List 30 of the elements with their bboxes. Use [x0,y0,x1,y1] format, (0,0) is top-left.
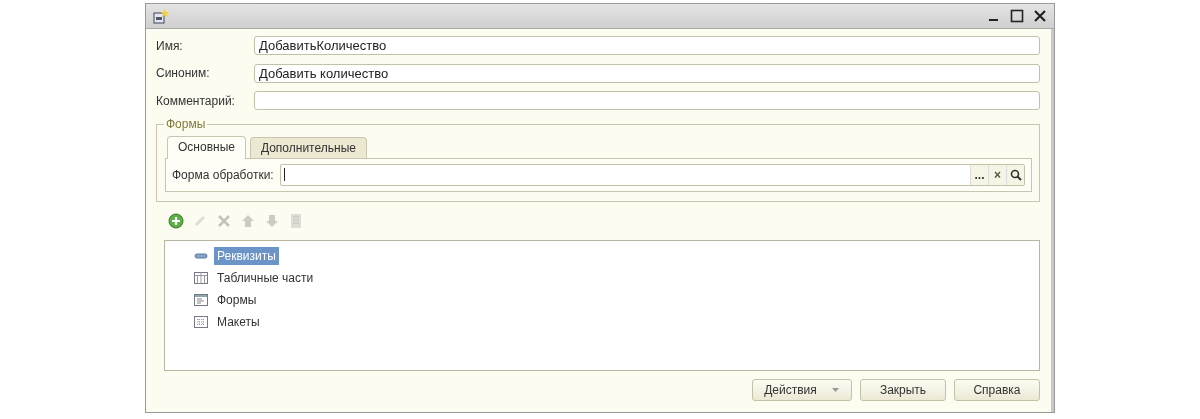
search-button[interactable] [1006,164,1024,185]
dialog-button[interactable]: Действия [752,378,852,401]
table-icon [193,269,209,286]
dropdown-arrow-icon [830,386,840,393]
app-icon [152,7,170,25]
field-label: Комментарий: [156,93,236,108]
text-cursor [283,168,285,181]
dialog-button[interactable]: Закрыть [860,378,946,401]
field-label: Форма обработки: [172,167,274,182]
add-icon[interactable] [168,212,184,229]
form-icon [193,291,209,308]
field-label: Синоним: [156,66,211,80]
text-field[interactable]: ДобавитьКоличество [254,36,1040,55]
field-label: Имя: [156,38,184,53]
clear-button[interactable]: × [988,164,1006,185]
layout-icon [193,313,209,330]
choose-button[interactable]: ... [970,164,988,185]
tab[interactable]: Дополнительные [249,136,367,158]
tree-item[interactable]: Табличные части [214,268,317,287]
search-icon [1009,168,1022,181]
tab[interactable]: Основные [167,135,246,159]
tree-item[interactable]: Формы [214,290,260,309]
tree-item[interactable]: Макеты [214,312,263,331]
maximize-icon[interactable] [1009,8,1025,24]
text-field[interactable]: Добавить количество [254,63,1040,83]
group-title: Формы [164,116,208,131]
form-select-field[interactable]: ... × [279,163,1025,186]
dialog-button[interactable]: Справка [954,378,1040,401]
text-field[interactable] [254,91,1040,110]
close-icon[interactable] [1032,8,1048,24]
